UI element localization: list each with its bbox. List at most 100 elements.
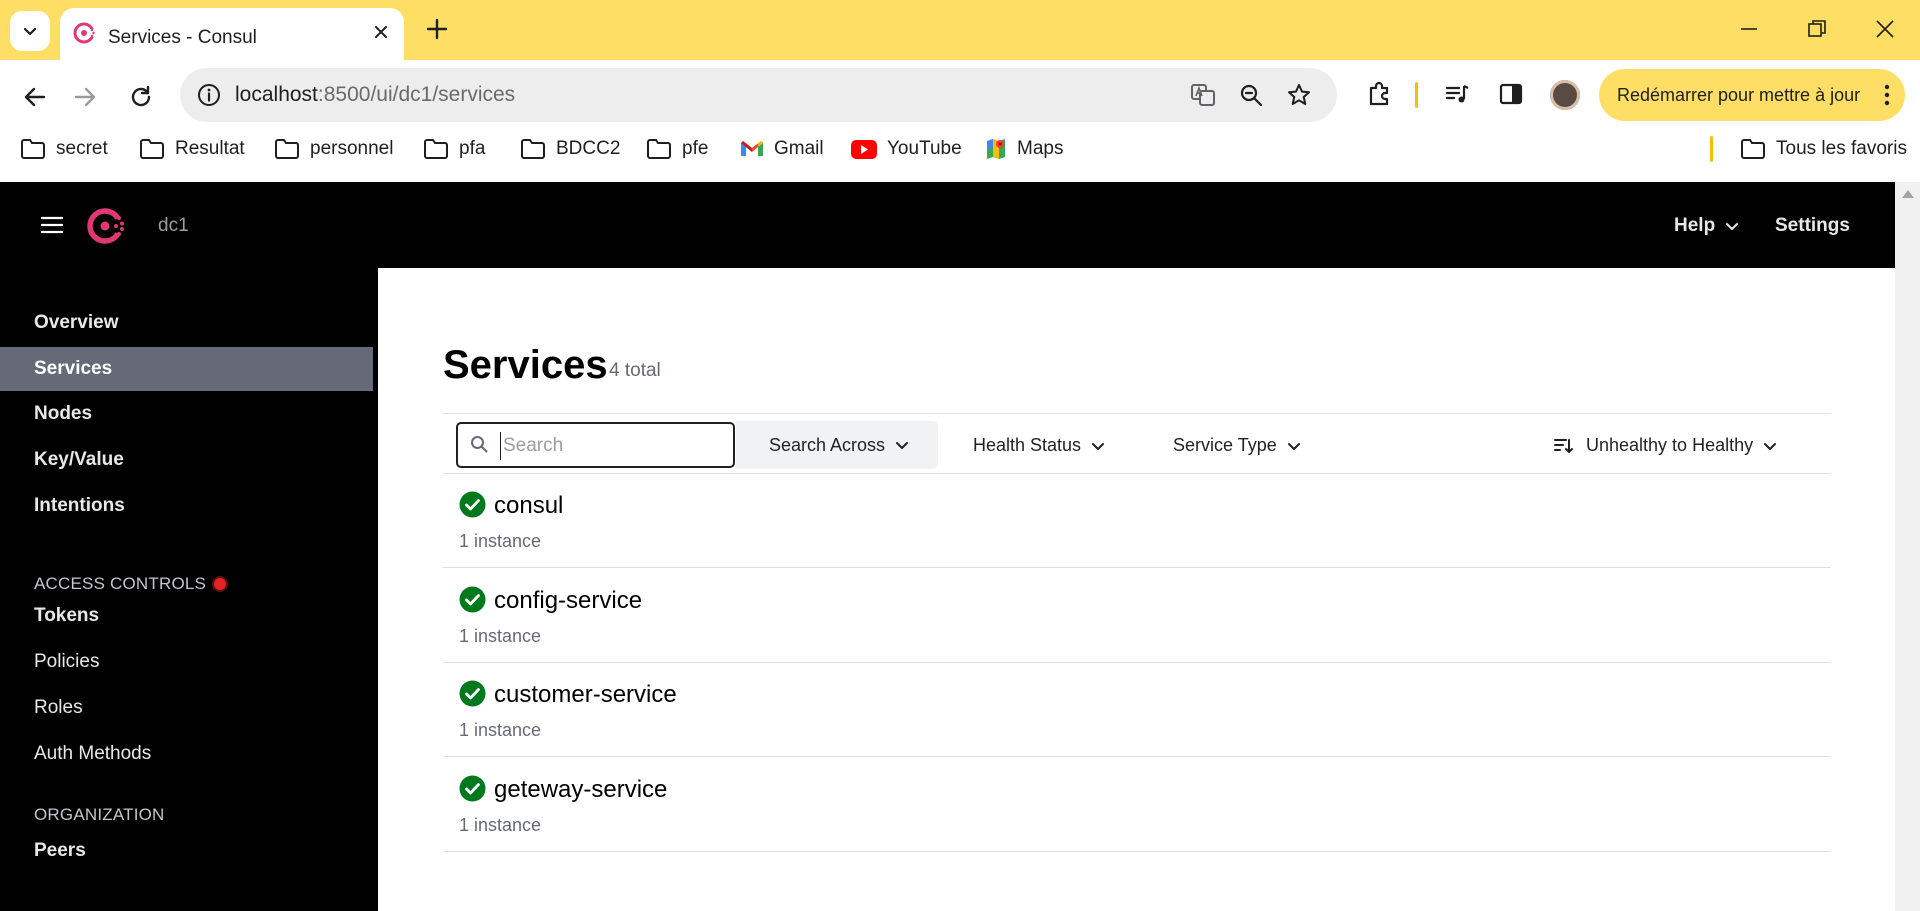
sort-dropdown[interactable]: Unhealthy to Healthy: [1554, 435, 1777, 456]
bookmark-personnel[interactable]: personnel: [274, 136, 393, 162]
bookmark-label: BDCC2: [556, 138, 621, 159]
bookmark-label: Gmail: [774, 138, 824, 159]
sidebar-item-auth-methods[interactable]: Auth Methods: [0, 732, 373, 776]
bookmark-resultat[interactable]: Resultat: [139, 136, 245, 162]
profile-avatar[interactable]: [1550, 80, 1580, 110]
zoom-icon[interactable]: [1238, 82, 1264, 108]
settings-link[interactable]: Settings: [1775, 215, 1850, 237]
chevron-down-icon: [1092, 442, 1105, 450]
service-row[interactable]: customer-service 1 instance: [443, 662, 1831, 757]
sidebar-item-tokens[interactable]: Tokens: [0, 594, 373, 638]
passing-check-icon: [459, 775, 486, 802]
bookmark-secret[interactable]: secret: [20, 136, 108, 162]
service-name-link[interactable]: config-service: [494, 587, 642, 615]
chevron-down-icon: [23, 27, 37, 36]
minimize-window-icon[interactable]: [1738, 16, 1760, 42]
restore-window-icon[interactable]: [1806, 16, 1828, 42]
consul-logo-icon[interactable]: [85, 204, 129, 248]
datacenter-selector[interactable]: dc1: [158, 215, 189, 237]
search-across-label: Search Across: [769, 434, 886, 455]
bookmark-star-icon[interactable]: [1286, 82, 1312, 108]
search-input[interactable]: [500, 432, 725, 460]
sidebar-item-label: Overview: [34, 312, 119, 333]
maps-icon: [987, 139, 1005, 159]
all-bookmarks-label: Tous les favoris: [1776, 138, 1907, 159]
sidebar-item-label: Intentions: [34, 495, 125, 516]
sidebar-item-label: Services: [34, 358, 113, 379]
browser-tab-active[interactable]: Services - Consul: [60, 8, 404, 60]
sidebar-item-peers[interactable]: Peers: [0, 829, 373, 873]
filter-bar-top-divider: [443, 413, 1831, 414]
sidebar-item-overview[interactable]: Overview: [0, 301, 373, 345]
service-name-link[interactable]: consul: [494, 492, 563, 520]
organization-title: ORGANIZATION: [34, 805, 165, 824]
bookmarks-divider: [1710, 136, 1713, 162]
consul-app: dc1 Help Settings Overview Services Node…: [0, 182, 1895, 911]
help-menu[interactable]: Help: [1674, 215, 1739, 237]
bookmark-pfe[interactable]: pfe: [646, 136, 708, 162]
sidebar-item-policies[interactable]: Policies: [0, 640, 373, 684]
bookmark-youtube[interactable]: YouTube: [851, 136, 962, 162]
main-content: Services 4 total Search Across Health St…: [378, 268, 1895, 911]
sidebar-item-nodes[interactable]: Nodes: [0, 392, 373, 436]
side-panel-icon[interactable]: [1497, 80, 1525, 108]
menu-icon[interactable]: [41, 216, 63, 234]
service-instance-count: 1 instance: [459, 815, 542, 835]
all-bookmarks-folder[interactable]: Tous les favoris: [1740, 136, 1907, 162]
page-scrollbar[interactable]: [1895, 182, 1920, 911]
back-arrow-icon[interactable]: [22, 84, 48, 110]
translate-icon[interactable]: [1190, 82, 1216, 108]
sidebar-item-label: Peers: [34, 840, 86, 861]
forward-arrow-icon[interactable]: [72, 84, 98, 110]
sidebar-item-services[interactable]: Services: [0, 347, 373, 391]
service-row[interactable]: config-service 1 instance: [443, 568, 1831, 663]
site-info-icon[interactable]: [196, 82, 222, 108]
bookmark-gmail[interactable]: Gmail: [740, 136, 824, 162]
health-status-filter[interactable]: Health Status: [973, 435, 1105, 456]
service-instance-count: 1 instance: [459, 626, 542, 646]
reload-icon[interactable]: [128, 84, 154, 110]
service-row[interactable]: geteway-service 1 instance: [443, 757, 1831, 852]
restart-to-update-button[interactable]: Redémarrer pour mettre à jour: [1599, 69, 1905, 121]
extensions-icon[interactable]: [1365, 80, 1393, 108]
access-controls-heading: ACCESS CONTROLS: [34, 574, 227, 594]
address-bar[interactable]: localhost:8500/ui/dc1/services: [180, 68, 1337, 122]
bookmark-label: personnel: [310, 138, 394, 159]
chevron-down-icon: [1726, 223, 1739, 230]
close-window-icon[interactable]: [1874, 16, 1896, 42]
close-tab-icon[interactable]: [372, 23, 390, 41]
organization-heading: ORGANIZATION: [34, 805, 165, 825]
services-count: 4 total: [609, 360, 661, 381]
sidebar-item-roles[interactable]: Roles: [0, 686, 373, 730]
bookmark-label: Maps: [1017, 138, 1064, 159]
app-header: dc1 Help Settings: [0, 182, 1895, 268]
health-status-label: Health Status: [973, 435, 1082, 455]
folder-icon: [1741, 139, 1765, 159]
search-icon: [471, 436, 488, 453]
service-type-filter[interactable]: Service Type: [1173, 435, 1301, 456]
sidebar-item-key-value[interactable]: Key/Value: [0, 438, 373, 482]
url-text: localhost:8500/ui/dc1/services: [235, 83, 515, 107]
sidebar-item-intentions[interactable]: Intentions: [0, 484, 373, 528]
service-name-link[interactable]: customer-service: [494, 681, 677, 709]
search-across-dropdown[interactable]: Search Across: [736, 421, 938, 469]
sort-label: Unhealthy to Healthy: [1586, 435, 1754, 455]
media-control-icon[interactable]: [1443, 80, 1471, 108]
page-title: Services: [443, 343, 608, 387]
bookmark-pfa[interactable]: pfa: [423, 136, 485, 162]
service-name-link[interactable]: geteway-service: [494, 776, 667, 804]
youtube-icon: [851, 139, 877, 159]
service-row[interactable]: consul 1 instance: [443, 473, 1831, 568]
url-host: localhost: [235, 83, 318, 106]
bookmark-bdcc2[interactable]: BDCC2: [520, 136, 620, 162]
search-field[interactable]: [456, 422, 735, 468]
new-tab-icon[interactable]: [424, 16, 450, 42]
bookmark-label: pfa: [459, 138, 486, 159]
scroll-up-arrow-icon[interactable]: [1902, 190, 1914, 198]
tab-search-button[interactable]: [10, 11, 50, 51]
bookmark-label: secret: [56, 138, 108, 159]
bookmark-maps[interactable]: Maps: [985, 136, 1063, 162]
passing-check-icon: [459, 586, 486, 613]
more-vert-icon[interactable]: [1883, 83, 1891, 107]
sidebar-item-label: Auth Methods: [34, 743, 152, 764]
